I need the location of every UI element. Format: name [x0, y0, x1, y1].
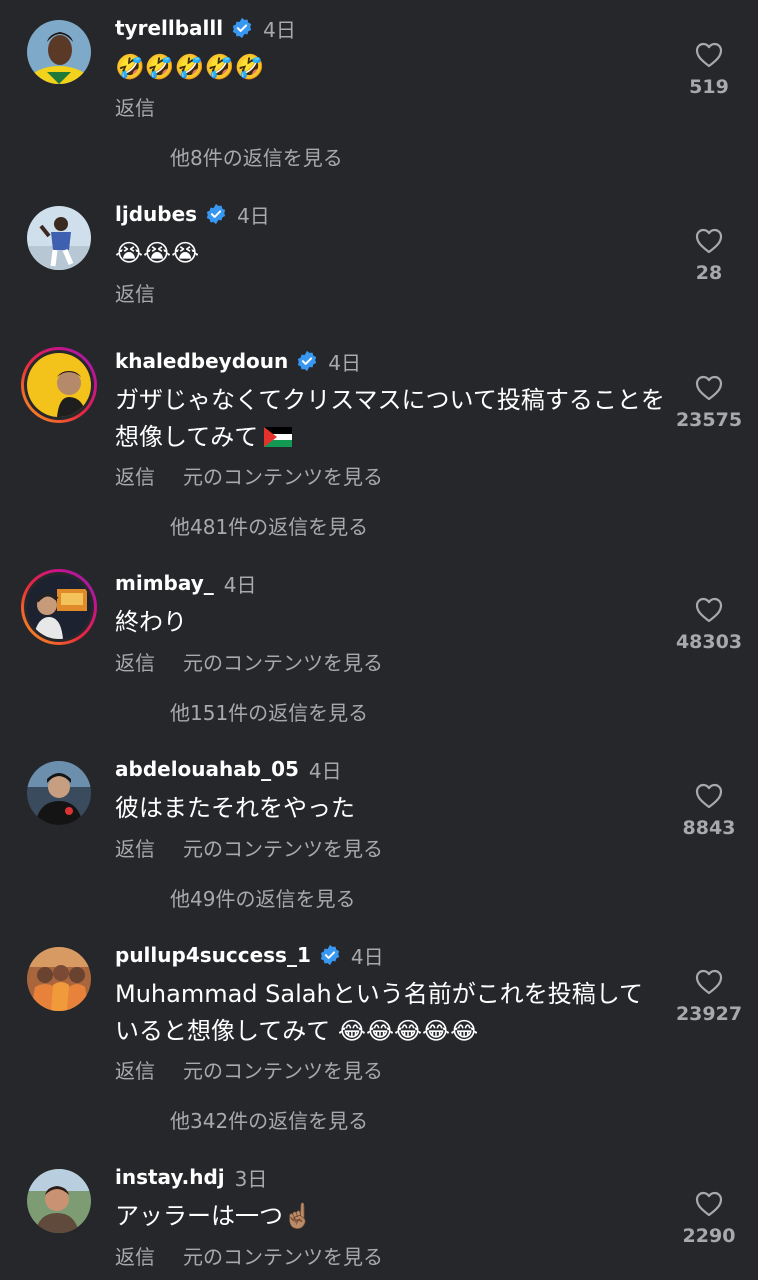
- comment-text: ガザじゃなくてクリスマスについて投稿することを想像してみて: [115, 382, 665, 456]
- username[interactable]: khaledbeydoun: [115, 349, 288, 373]
- comment-text-body: ガザじゃなくてクリスマスについて投稿することを想像してみて: [115, 386, 665, 451]
- comment-time: 4日: [237, 203, 270, 228]
- heart-outline-icon[interactable]: [695, 783, 723, 809]
- avatar[interactable]: [27, 761, 91, 825]
- comment-text: 🤣🤣🤣🤣🤣: [115, 53, 265, 81]
- heart-outline-icon[interactable]: [695, 1191, 723, 1217]
- heart-outline-icon[interactable]: [695, 228, 723, 254]
- avatar[interactable]: [27, 947, 91, 1011]
- reply-button[interactable]: 返信: [115, 651, 155, 675]
- heart-outline-icon[interactable]: [695, 597, 723, 623]
- like-count: 23575: [675, 409, 743, 431]
- view-original-button[interactable]: 元のコンテンツを見る: [183, 651, 383, 675]
- view-replies-link[interactable]: 他481件の返信を見る: [170, 511, 368, 540]
- reply-button[interactable]: 返信: [115, 96, 155, 120]
- view-replies-link[interactable]: 他8件の返信を見る: [170, 142, 343, 171]
- username[interactable]: mimbay_: [115, 571, 214, 595]
- palestine-flag-icon: [264, 427, 293, 447]
- reply-button[interactable]: 返信: [115, 465, 155, 489]
- reply-button[interactable]: 返信: [115, 1245, 155, 1269]
- comment-time: 4日: [328, 350, 361, 375]
- comment-text: 彼はまたそれをやった: [115, 794, 355, 822]
- verified-badge-icon: [298, 350, 317, 372]
- comment-text: Muhammad Salahという名前がこれを投稿していると想像してみて 😂😂😂…: [115, 980, 643, 1045]
- view-replies-link[interactable]: 他49件の返信を見る: [170, 883, 355, 912]
- avatar[interactable]: [27, 20, 91, 84]
- comment-text: アッラーは一つ☝🏽: [115, 1202, 313, 1230]
- comment-time: 4日: [223, 572, 257, 597]
- like-count: 8843: [682, 817, 736, 839]
- username[interactable]: pullup4success_1: [115, 943, 311, 967]
- comment-time: 4日: [308, 758, 342, 783]
- comment-text: 終わり: [115, 608, 187, 636]
- username[interactable]: tyrellballl: [115, 16, 223, 40]
- comment-text: 😭😭😭: [115, 239, 200, 267]
- view-replies-link[interactable]: 他342件の返信を見る: [170, 1105, 368, 1134]
- username[interactable]: instay.hdj: [115, 1165, 225, 1189]
- verified-badge-icon: [320, 944, 340, 966]
- view-original-button[interactable]: 元のコンテンツを見る: [183, 837, 383, 861]
- heart-outline-icon[interactable]: [695, 42, 723, 68]
- like-count: 28: [695, 262, 723, 284]
- avatar[interactable]: [21, 347, 97, 423]
- like-count: 23927: [675, 1003, 743, 1025]
- like-count: 48303: [675, 631, 743, 653]
- like-count: 519: [689, 76, 729, 98]
- username[interactable]: abdelouahab_05: [115, 757, 299, 781]
- username[interactable]: ljdubes: [115, 202, 197, 226]
- reply-button[interactable]: 返信: [115, 282, 155, 306]
- heart-outline-icon[interactable]: [695, 375, 723, 401]
- verified-badge-icon: [206, 203, 226, 225]
- view-original-button[interactable]: 元のコンテンツを見る: [183, 1059, 383, 1083]
- avatar[interactable]: [27, 206, 91, 270]
- view-replies-link[interactable]: 他151件の返信を見る: [170, 697, 368, 726]
- view-original-button[interactable]: 元のコンテンツを見る: [183, 1245, 383, 1269]
- comment-time: 4日: [350, 944, 384, 969]
- comment-time: 3日: [234, 1166, 268, 1191]
- comment-time: 4日: [263, 17, 296, 42]
- avatar[interactable]: [21, 569, 97, 645]
- reply-button[interactable]: 返信: [115, 837, 155, 861]
- view-original-button[interactable]: 元のコンテンツを見る: [183, 465, 383, 489]
- verified-badge-icon: [232, 17, 252, 39]
- heart-outline-icon[interactable]: [695, 969, 723, 995]
- avatar[interactable]: [27, 1169, 91, 1233]
- reply-button[interactable]: 返信: [115, 1059, 155, 1083]
- like-count: 2290: [682, 1225, 736, 1247]
